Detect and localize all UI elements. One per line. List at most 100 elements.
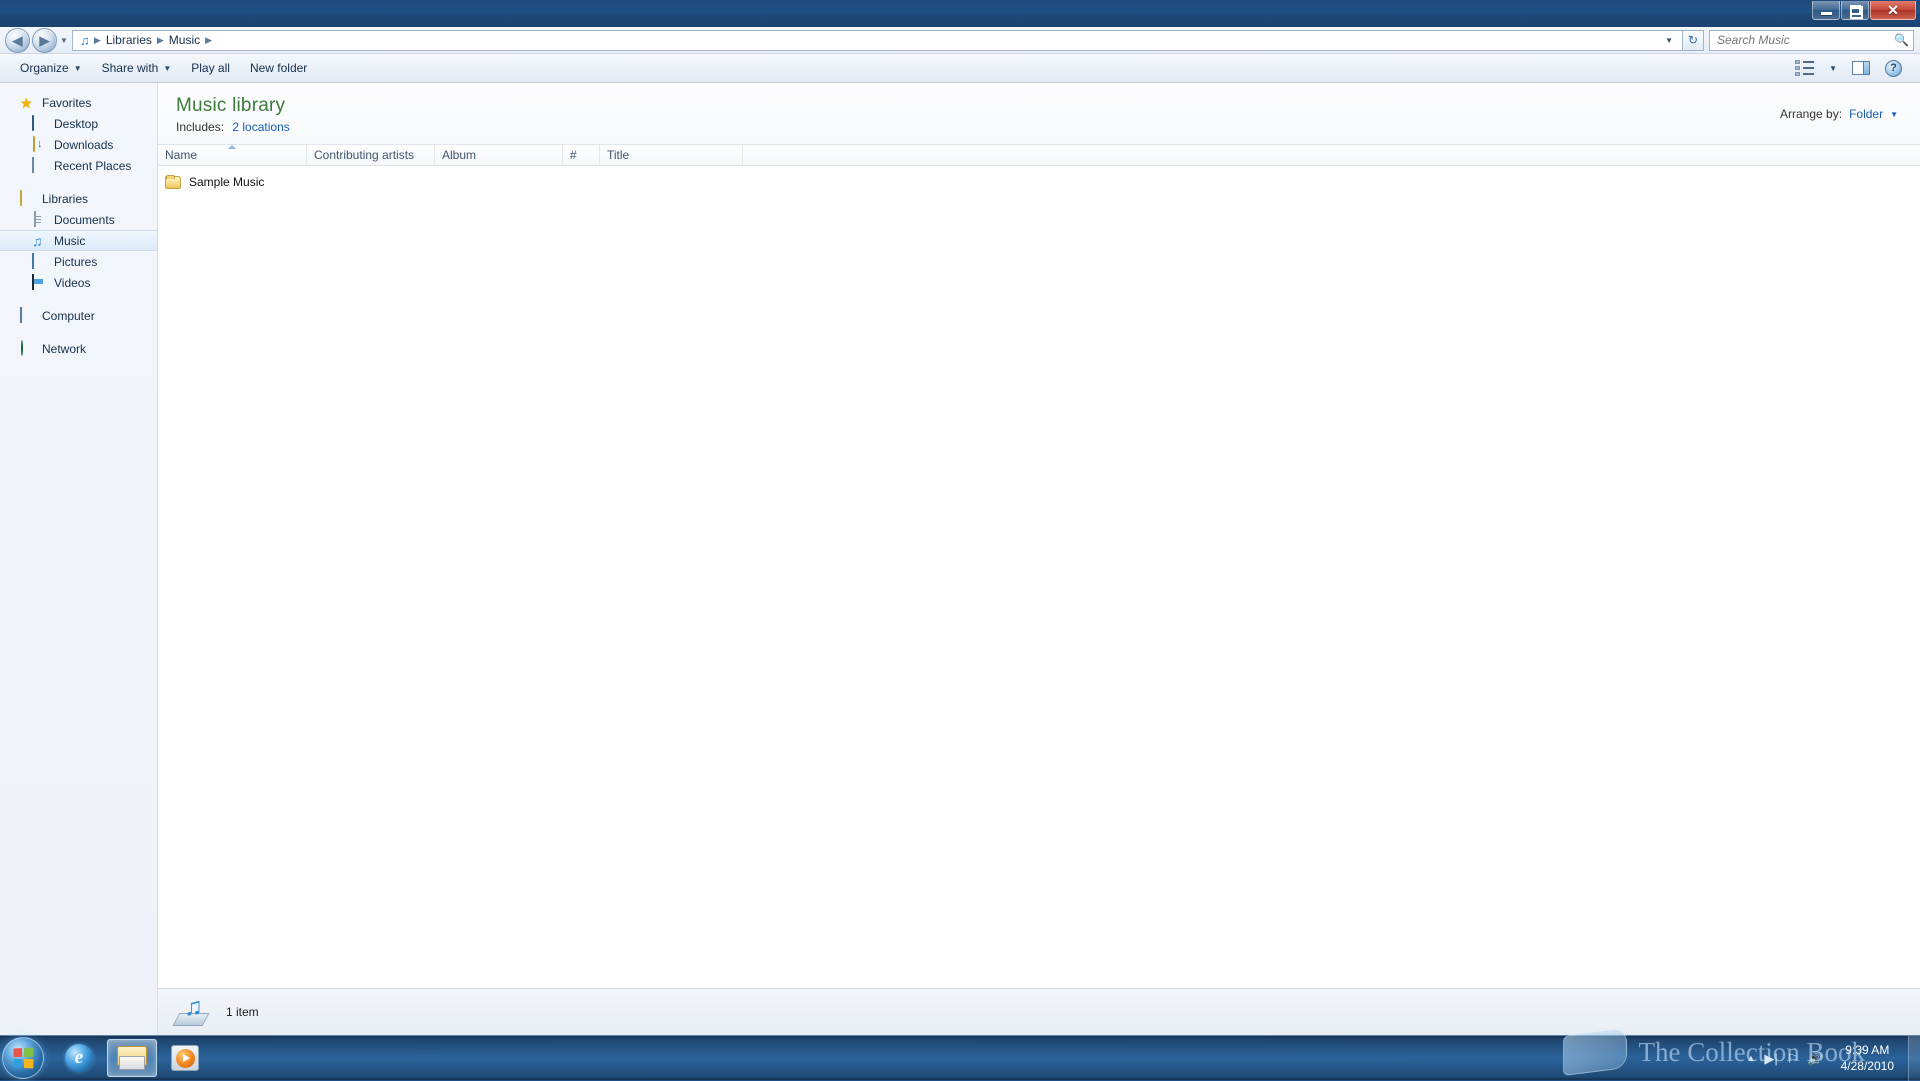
locations-link[interactable]: 2 locations — [232, 120, 289, 134]
share-with-label: Share with — [102, 61, 159, 75]
show-hidden-icons-button[interactable]: ▲ — [1746, 1053, 1755, 1063]
sidebar-item-documents[interactable]: Documents — [0, 209, 157, 230]
sidebar-item-videos[interactable]: Videos — [0, 272, 157, 293]
status-bar: ♫ 1 item — [158, 988, 1920, 1035]
page-title: Music library — [176, 95, 290, 117]
library-includes: Includes: 2 locations — [176, 120, 290, 134]
address-dropdown-icon[interactable]: ▼ — [1658, 36, 1680, 45]
close-button[interactable]: ✕ — [1870, 1, 1916, 20]
chevron-right-icon[interactable]: ▶ — [204, 35, 213, 46]
sidebar-item-network[interactable]: Network — [0, 338, 157, 359]
column-header-album[interactable]: Album — [435, 145, 563, 165]
sort-ascending-icon — [228, 145, 236, 149]
column-header-filler — [743, 145, 1920, 165]
search-icon: 🔍 — [1894, 33, 1909, 47]
sidebar-label: Network — [42, 342, 86, 356]
taskbar-item-windows-media-player[interactable] — [160, 1039, 210, 1077]
sidebar-item-recent-places[interactable]: Recent Places — [0, 155, 157, 176]
column-header-track[interactable]: # — [563, 145, 600, 165]
sidebar-item-computer[interactable]: Computer — [0, 305, 157, 326]
minimize-icon — [1821, 12, 1832, 15]
downloads-icon — [32, 137, 48, 153]
arrange-by-value[interactable]: Folder — [1849, 107, 1883, 121]
view-list-icon — [1795, 60, 1814, 76]
list-item[interactable]: Sample Music — [158, 172, 1920, 193]
document-icon — [32, 212, 48, 228]
sidebar-label: Computer — [42, 309, 95, 323]
taskbar: e ▲ ▶| ⚐ 🔊 9:39 AM 4/28/2010 — [0, 1035, 1920, 1080]
sidebar-label: Libraries — [42, 192, 88, 206]
share-with-button[interactable]: Share with ▼ — [92, 56, 182, 80]
file-list[interactable]: Sample Music — [158, 166, 1920, 988]
includes-label: Includes: — [176, 120, 224, 134]
chevron-right-icon[interactable]: ▶ — [156, 35, 165, 46]
volume-icon[interactable]: 🔊 — [1807, 1052, 1823, 1065]
sidebar-label: Downloads — [54, 138, 113, 152]
view-dropdown-button[interactable]: ▼ — [1823, 60, 1843, 77]
preview-pane-button[interactable] — [1846, 57, 1876, 79]
windows-explorer-icon — [117, 1046, 147, 1070]
toolbar-view-controls: ▼ ? — [1789, 56, 1914, 81]
column-headers: Name Contributing artists Album # Title — [158, 144, 1920, 166]
sidebar-item-desktop[interactable]: Desktop — [0, 113, 157, 134]
sidebar-label: Desktop — [54, 117, 98, 131]
clock[interactable]: 9:39 AM 4/28/2010 — [1833, 1042, 1902, 1074]
organize-button[interactable]: Organize ▼ — [10, 56, 92, 80]
music-note-icon: ♫ — [32, 233, 48, 249]
column-header-title[interactable]: Title — [600, 145, 743, 165]
windows-explorer-window: ✕ ◀ ▶ ▼ ♫ ▶ Libraries ▶ Music ▶ ▼ ↻ 🔍 — [0, 0, 1920, 1035]
breadcrumb[interactable]: ♫ ▶ Libraries ▶ Music ▶ ▼ — [72, 30, 1683, 51]
column-label: Title — [607, 148, 629, 162]
command-bar: Organize ▼ Share with ▼ Play all New fol… — [0, 54, 1920, 83]
desktop-icon — [32, 116, 48, 132]
sidebar-label: Recent Places — [54, 159, 131, 173]
show-desktop-button[interactable] — [1908, 1036, 1920, 1081]
sidebar-item-pictures[interactable]: Pictures — [0, 251, 157, 272]
history-dropdown-icon[interactable]: ▼ — [60, 36, 68, 45]
file-name: Sample Music — [189, 175, 264, 189]
video-icon — [32, 275, 48, 291]
play-all-label: Play all — [191, 61, 230, 75]
refresh-icon: ↻ — [1688, 33, 1698, 47]
taskbar-item-windows-explorer[interactable] — [107, 1039, 157, 1077]
maximize-button[interactable] — [1841, 1, 1869, 20]
picture-icon — [32, 254, 48, 270]
title-bar[interactable]: ✕ — [0, 0, 1920, 27]
search-box[interactable]: 🔍 — [1709, 30, 1914, 51]
minimize-button[interactable] — [1812, 1, 1840, 20]
nav-group-favorites: ★ Favorites Desktop Downloads Recent Pla… — [0, 92, 157, 176]
arrange-by-control[interactable]: Arrange by: Folder ▼ — [1780, 95, 1898, 121]
music-library-icon: ♫ — [77, 32, 93, 48]
explorer-body: ★ Favorites Desktop Downloads Recent Pla… — [0, 83, 1920, 1035]
sidebar-item-music[interactable]: ♫ Music — [0, 230, 157, 251]
back-button[interactable]: ◀ — [5, 28, 30, 53]
breadcrumb-item-music[interactable]: Music — [165, 33, 204, 47]
arrange-by-label: Arrange by: — [1780, 107, 1842, 121]
refresh-button[interactable]: ↻ — [1683, 30, 1704, 51]
breadcrumb-item-libraries[interactable]: Libraries — [102, 33, 156, 47]
forward-arrow-icon: ▶ — [40, 34, 50, 47]
help-button[interactable]: ? — [1879, 56, 1908, 81]
computer-icon — [20, 308, 36, 324]
change-view-button[interactable] — [1789, 56, 1820, 80]
forward-button[interactable]: ▶ — [32, 28, 57, 53]
network-tray-icon[interactable]: ▶| — [1764, 1052, 1777, 1065]
column-label: Contributing artists — [314, 148, 414, 162]
network-icon — [20, 341, 36, 357]
action-center-icon[interactable]: ⚐ — [1787, 1052, 1799, 1065]
address-bar: ◀ ▶ ▼ ♫ ▶ Libraries ▶ Music ▶ ▼ ↻ 🔍 — [0, 27, 1920, 54]
column-header-contributing-artists[interactable]: Contributing artists — [307, 145, 435, 165]
sidebar-item-favorites[interactable]: ★ Favorites — [0, 92, 157, 113]
chevron-down-icon: ▼ — [1829, 64, 1837, 73]
navigation-pane: ★ Favorites Desktop Downloads Recent Pla… — [0, 83, 158, 1035]
sidebar-label: Pictures — [54, 255, 97, 269]
column-header-name[interactable]: Name — [158, 145, 307, 165]
search-input[interactable] — [1717, 33, 1894, 47]
sidebar-item-downloads[interactable]: Downloads — [0, 134, 157, 155]
taskbar-apps: e — [54, 1039, 210, 1077]
sidebar-item-libraries[interactable]: Libraries — [0, 188, 157, 209]
start-button[interactable] — [2, 1037, 44, 1079]
taskbar-item-internet-explorer[interactable]: e — [54, 1039, 104, 1077]
play-all-button[interactable]: Play all — [181, 56, 240, 80]
new-folder-button[interactable]: New folder — [240, 56, 317, 80]
